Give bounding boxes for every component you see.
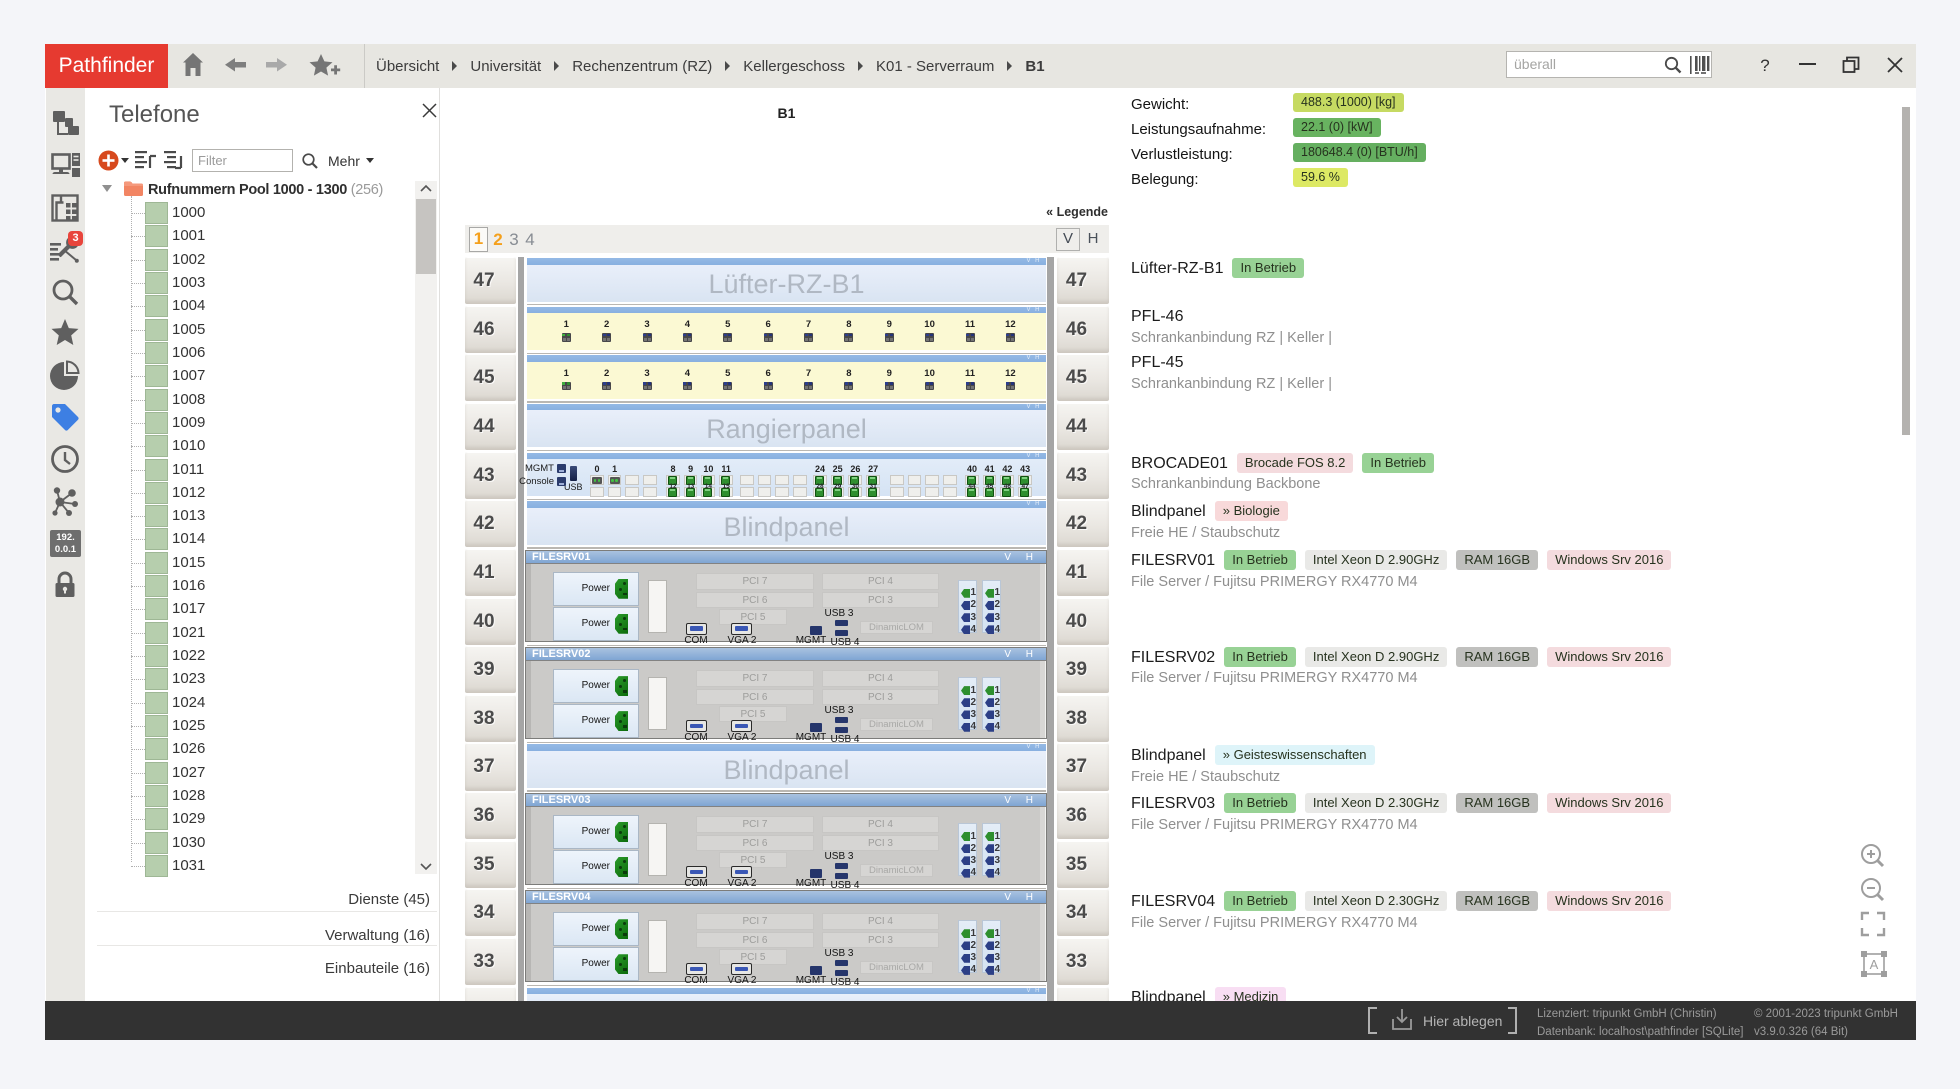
svg-text:A: A (1870, 957, 1879, 972)
